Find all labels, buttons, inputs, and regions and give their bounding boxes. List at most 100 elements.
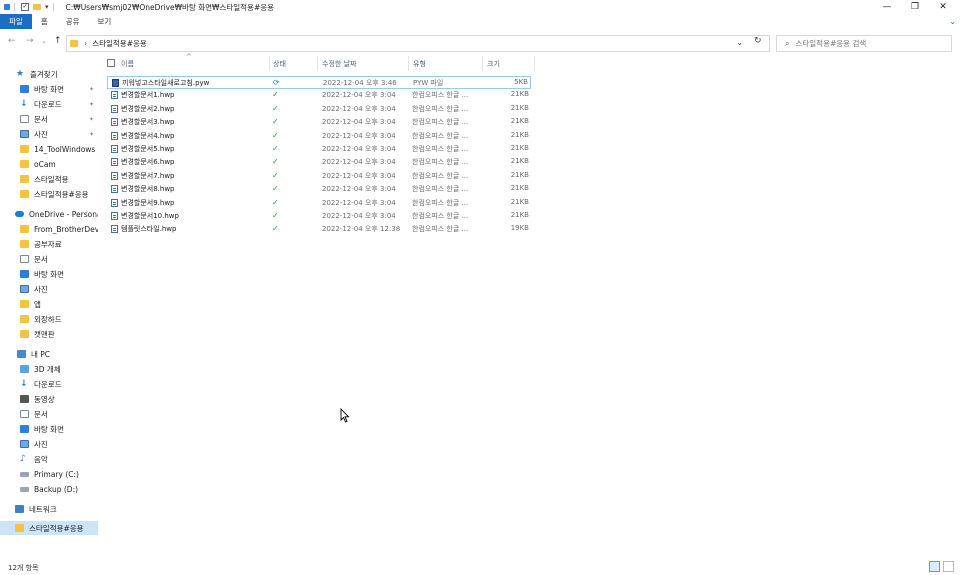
navigation-bar: ← → ⌄ ↑ › 스타일적용#응용 ⌄ ↻ ⌕ 스타일적용#응용 검색 [0,32,960,54]
sidebar-item-apps[interactable]: 앱 [0,297,98,311]
sidebar-item-ocam[interactable]: oCam [0,157,98,171]
sidebar-item-14-toolwindows[interactable]: 14_ToolWindows [0,142,98,156]
forward-button[interactable]: → [26,36,34,46]
synced-check-icon: ✓ [272,157,279,167]
file-row[interactable]: 변경할문서4.hwp ✓ 2022-12-04 오후 3:04 한컴오피스 한글 ..… [107,130,531,143]
recent-locations-button[interactable]: ⌄ [41,37,47,45]
properties-icon[interactable]: ✓ [21,3,29,11]
address-bar[interactable]: › 스타일적용#응용 ⌄ [66,35,770,52]
file-name[interactable]: 템플릿스타일.hwp [121,224,176,234]
sidebar-item-backup-drive[interactable]: Backup (D:) [0,482,98,496]
up-button[interactable]: ↑ [54,36,62,46]
sidebar-item-quick-access[interactable]: ★ 즐겨찾기 [0,67,98,81]
search-input[interactable]: ⌕ 스타일적용#응용 검색 [776,35,952,52]
customize-quick-access-icon[interactable]: ▾ [45,3,49,11]
sidebar-item-pictures[interactable]: 사진 ✦ [0,127,98,141]
file-name[interactable]: 변경할문서10.hwp [121,211,179,221]
sidebar-item-current-folder[interactable]: 스타일적용#응용 [0,521,98,535]
file-modified: 2022-12-04 오후 3:04 [322,212,396,220]
column-header-name[interactable]: 이름 [121,59,134,69]
sidebar-item-music[interactable]: ♪ 음악 [0,452,98,466]
file-row[interactable]: 변경할문서3.hwp ✓ 2022-12-04 오후 3:04 한컴오피스 한글 ..… [107,116,531,129]
file-modified: 2022-12-04 오후 3:04 [322,158,396,167]
sidebar-item-catman[interactable]: 캣맨판 [0,327,98,341]
minimize-button[interactable]: — [872,0,902,14]
maximize-button[interactable]: ❐ [900,0,930,14]
expand-ribbon-icon[interactable]: ⌄ [949,14,956,29]
file-name[interactable]: 변경할문서9.hwp [121,198,174,208]
sidebar-item-pc-documents[interactable]: 문서 [0,407,98,421]
sidebar-item-videos[interactable]: 동영상 [0,392,98,406]
sidebar-item-label: 사진 [34,284,48,294]
sidebar-item-pc-pictures[interactable]: 사진 [0,437,98,451]
chevron-right-icon[interactable]: › [84,39,87,48]
file-row[interactable]: 변경할문서1.hwp ✓ 2022-12-04 오후 3:04 한컴오피스 한글 ..… [107,89,531,102]
tab-home[interactable]: 홈 [32,14,57,29]
synced-check-icon: ✓ [272,211,279,220]
file-row[interactable]: 변경할문서5.hwp ✓ 2022-12-04 오후 3:04 한컴오피스 한글 ..… [107,143,531,156]
file-name[interactable]: 변경할문서5.hwp [121,144,174,154]
select-all-checkbox[interactable] [107,59,115,67]
sidebar-item-3d-objects[interactable]: 3D 개체 [0,362,98,376]
sidebar-item-style-apply[interactable]: 스타일적용 [0,172,98,186]
sidebar-item-documents[interactable]: 문서 ✦ [0,112,98,126]
toolbar-divider [52,3,54,11]
column-divider[interactable] [482,56,483,71]
details-view-button[interactable] [929,561,940,572]
file-row[interactable]: 끼워넣고스타일새로고침.pyw ⟳ 2022-12-04 오후 3:46 PYW 파일… [107,76,531,89]
sidebar-item-desktop[interactable]: 바탕 화면 ✦ [0,82,98,96]
column-divider[interactable] [408,56,409,71]
column-divider[interactable] [317,56,318,71]
column-divider[interactable] [534,56,535,71]
tab-view[interactable]: 보기 [89,14,121,29]
sidebar-item-pc-desktop[interactable]: 바탕 화면 [0,422,98,436]
tab-share[interactable]: 공유 [57,14,89,29]
sidebar-item-pc-downloads[interactable]: ↓ 다운로드 [0,377,98,391]
file-row[interactable]: 변경할문서6.hwp ✓ 2022-12-04 오후 3:04 한컴오피스 한글 ..… [107,156,531,169]
file-name[interactable]: 변경할문서8.hwp [121,184,174,194]
sidebar-item-onedrive-documents[interactable]: 문서 [0,252,98,266]
file-name[interactable]: 변경할문서3.hwp [121,117,174,127]
file-name[interactable]: 변경할문서4.hwp [121,131,174,141]
sidebar-item-from-brotherdevice[interactable]: From_BrotherDevice [0,222,98,236]
address-dropdown-button[interactable]: ⌄ [736,38,743,47]
file-row[interactable]: 변경할문서7.hwp ✓ 2022-12-04 오후 3:04 한컴오피스 한글 ..… [107,170,531,183]
column-header-modified[interactable]: 수정한 날짜 [322,59,356,69]
refresh-button[interactable]: ↻ [754,36,762,46]
file-row[interactable]: 변경할문서9.hwp ✓ 2022-12-04 오후 3:04 한컴오피스 한글 ..… [107,197,531,210]
sidebar-item-primary-drive[interactable]: Primary (C:) [0,467,98,481]
file-type: 한컴오피스 한글 ... [412,185,469,194]
file-name[interactable]: 변경할문서6.hwp [121,157,174,167]
file-row[interactable]: 템플릿스타일.hwp ✓ 2022-12-04 오후 12:38 한컴오피스 한글 .… [107,223,531,236]
sidebar-item-onedrive[interactable]: OneDrive - Personal [0,207,98,221]
column-header-size[interactable]: 크기 [487,59,500,69]
column-header-status[interactable]: 상태 [273,59,286,69]
file-name[interactable]: 변경할문서1.hwp [121,90,174,100]
sidebar-item-network[interactable]: 네트워크 [0,502,98,516]
file-modified: 2022-12-04 오후 3:04 [322,171,396,180]
large-icons-view-button[interactable] [943,561,954,572]
column-divider[interactable] [269,56,270,71]
address-path[interactable]: 스타일적용#응용 [92,38,147,49]
column-header-type[interactable]: 유형 [413,59,426,69]
new-folder-icon[interactable] [33,4,41,10]
sidebar-item-external-drive[interactable]: 외장하드 [0,312,98,326]
back-button[interactable]: ← [8,36,16,46]
file-name[interactable]: 끼워넣고스타일새로고침.pyw [122,78,209,88]
tab-file[interactable]: 파일 [0,14,32,29]
synced-check-icon: ✓ [272,144,279,153]
file-name[interactable]: 변경할문서7.hwp [121,171,174,181]
file-row[interactable]: 변경할문서10.hwp ✓ 2022-12-04 오후 3:04 한컴오피스 한글 .… [107,210,531,223]
sidebar-item-downloads[interactable]: ↓ 다운로드 ✦ [0,97,98,111]
sidebar-item-onedrive-pictures[interactable]: 사진 [0,282,98,296]
close-button[interactable]: ✕ [928,0,958,14]
file-name[interactable]: 변경할문서2.hwp [121,104,174,114]
file-modified: 2022-12-04 오후 3:46 [323,79,397,87]
sidebar-item-label: oCam [34,159,56,169]
file-row[interactable]: 변경할문서2.hwp ✓ 2022-12-04 오후 3:04 한컴오피스 한글 ..… [107,103,531,116]
file-row[interactable]: 변경할문서8.hwp ✓ 2022-12-04 오후 3:04 한컴오피스 한글 ..… [107,183,531,196]
sidebar-item-style-apply-applied[interactable]: 스타일적용#응용 [0,187,98,201]
sidebar-item-onedrive-desktop[interactable]: 바탕 화면 [0,267,98,281]
sidebar-item-this-pc[interactable]: 내 PC [0,347,98,361]
sidebar-item-study-materials[interactable]: 공부자료 [0,237,98,251]
